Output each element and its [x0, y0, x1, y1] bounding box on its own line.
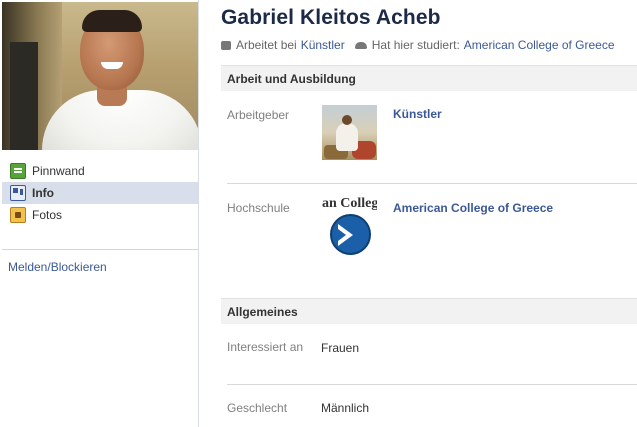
gender-label: Geschlecht [227, 401, 288, 415]
nav-item-label: Pinnwand [32, 164, 85, 178]
report-block-link[interactable]: Melden/Blockieren [8, 260, 107, 274]
study-link[interactable]: American College of Greece [464, 38, 615, 52]
employer-link[interactable]: Künstler [393, 107, 442, 121]
nav-item-label: Fotos [32, 208, 63, 222]
profile-meta: Arbeitet bei Künstler Hat hier studiert:… [221, 38, 615, 52]
row-divider [227, 384, 637, 385]
profile-name: Gabriel Kleitos Acheb [221, 6, 441, 29]
interested-in-label: Interessiert an [227, 340, 304, 354]
employer-thumbnail[interactable] [322, 105, 377, 160]
divider [2, 249, 198, 250]
section-header-work-education: Arbeit und Ausbildung [221, 65, 637, 91]
interested-in-value: Frauen [321, 341, 360, 355]
nav-item-fotos[interactable]: Fotos [2, 204, 198, 226]
college-thumb-text: an Colleg [322, 196, 377, 211]
profile-nav: Pinnwand Info Fotos [2, 160, 198, 226]
college-link[interactable]: American College of Greece [393, 201, 553, 215]
employer-label: Arbeitgeber [227, 108, 290, 122]
work-prefix: Arbeitet bei [236, 38, 297, 52]
nav-item-label: Info [32, 186, 54, 200]
nav-item-info[interactable]: Info [2, 182, 198, 204]
briefcase-icon [221, 40, 231, 50]
left-column: Pinnwand Info Fotos Melden/Blockieren [0, 0, 198, 427]
study-prefix: Hat hier studiert: [371, 38, 460, 52]
photos-icon [10, 207, 26, 223]
info-icon [10, 185, 26, 201]
section-header-general: Allgemeines [221, 298, 637, 324]
gender-value: Männlich [321, 401, 370, 415]
college-label: Hochschule [227, 201, 290, 215]
column-divider [198, 0, 199, 427]
profile-picture[interactable] [2, 2, 198, 150]
work-link[interactable]: Künstler [301, 38, 345, 52]
wall-icon [10, 163, 26, 179]
graduation-cap-icon [354, 41, 367, 49]
nav-item-pinnwand[interactable]: Pinnwand [2, 160, 198, 182]
college-thumbnail[interactable]: an Colleg [322, 196, 377, 256]
row-divider [227, 183, 637, 184]
